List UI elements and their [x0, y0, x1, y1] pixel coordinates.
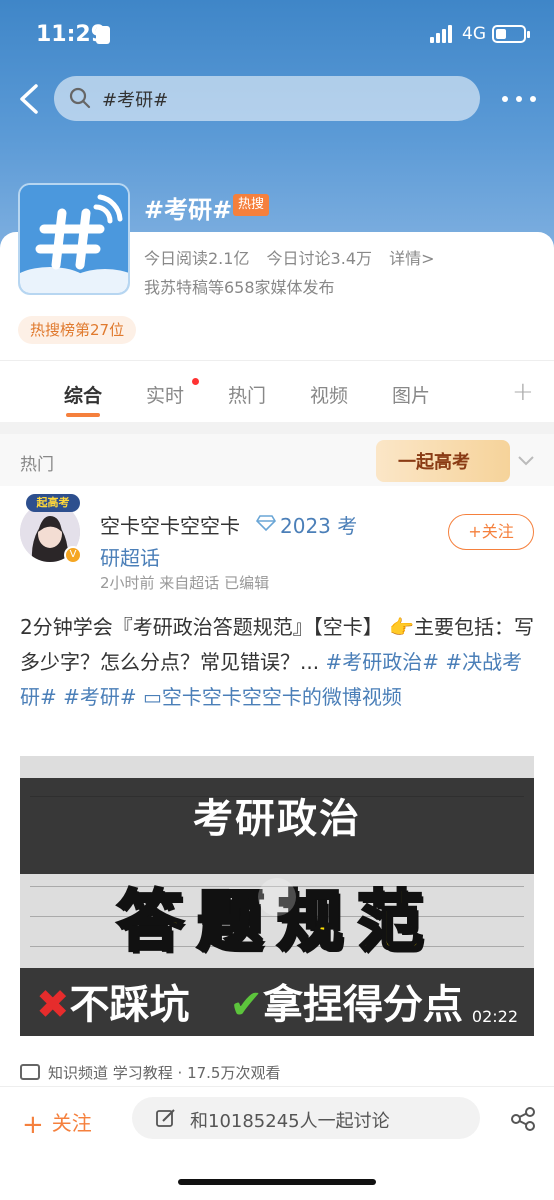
discuss-placeholder: 和10185245人一起讨论 [190, 1111, 390, 1132]
battery-icon [492, 25, 530, 43]
section-label: 热门 [20, 455, 54, 475]
topic-stats: 今日阅读2.1亿 今日讨论3.4万 详情> [144, 245, 447, 269]
tab-comprehensive[interactable]: 综合 [64, 381, 102, 408]
promo-banner[interactable]: 一起高考 [376, 440, 510, 482]
discuss-input[interactable]: 和10185245人一起讨论 [132, 1097, 480, 1139]
home-indicator [178, 1179, 376, 1185]
new-content-dot [192, 378, 199, 385]
play-icon[interactable] [258, 878, 296, 916]
avatar-badge: 起高考 [26, 494, 80, 512]
sim-icon [96, 26, 110, 44]
video-link[interactable]: ▭空卡空卡空空卡的微博视频 [143, 685, 402, 709]
tab-video[interactable]: 视频 [310, 381, 348, 408]
cross-icon: ✖ [36, 982, 70, 1028]
active-tab-indicator [66, 413, 100, 417]
media-publishers: 我苏特稿等658家媒体发布 [144, 278, 335, 297]
tab-images[interactable]: 图片 [392, 381, 430, 408]
tab-realtime[interactable]: 实时 [146, 381, 184, 408]
reads-count: 今日阅读2.1亿 [144, 249, 250, 268]
network-label: 4G [462, 24, 486, 44]
hot-search-badge: 热搜 [233, 194, 269, 216]
detail-link[interactable]: 详情> [389, 249, 434, 268]
tab-bar: 综合 实时 热门 视频 图片 + [0, 360, 554, 422]
super-topic-link-cont[interactable]: 研超话 [100, 542, 160, 571]
post-text: 2分钟学会『考研政治答题规范』【空卡】 👉主要包括：写多少字？怎么分点？常见错误… [20, 610, 534, 715]
plus-icon: + [22, 1110, 44, 1140]
follow-button[interactable]: +关注 [448, 514, 534, 550]
edit-icon [156, 1109, 175, 1127]
tab-hot[interactable]: 热门 [228, 381, 266, 408]
tv-icon [20, 1064, 40, 1080]
search-icon [69, 87, 91, 109]
diamond-icon [256, 515, 276, 532]
check-icon: ✔ [229, 982, 264, 1028]
chevron-down-icon[interactable] [516, 450, 536, 470]
share-icon[interactable] [510, 1107, 536, 1131]
video-footer: 知识频道 学习教程 · 17.5万次观看 [20, 1062, 280, 1083]
avatar[interactable]: 起高考 V [20, 494, 82, 564]
topic-title: #考研# [144, 196, 233, 224]
hot-rank-badge[interactable]: 热搜榜第27位 [18, 316, 137, 344]
video-player[interactable]: 考研政治 答题规范 ✖不踩坑 ✔拿捏得分点 02:22 [20, 756, 534, 1036]
back-arrow-icon[interactable] [16, 82, 46, 116]
more-options-icon[interactable] [502, 96, 536, 102]
status-bar: 11:29 4G [0, 0, 554, 70]
add-tab-icon[interactable]: + [512, 377, 534, 407]
follow-topic-button[interactable]: + 关注 [22, 1107, 92, 1140]
discussions-count: 今日讨论3.4万 [266, 249, 372, 268]
verified-icon: V [64, 546, 82, 564]
hashtag-link[interactable]: #考研# [63, 685, 137, 709]
search-query: #考研# [102, 90, 169, 111]
video-title-line1: 考研政治 [193, 796, 361, 842]
super-topic-link[interactable]: 2023 考 [280, 510, 357, 539]
bottom-action-bar: + 关注 和10185245人一起讨论 [0, 1086, 554, 1200]
section-header: 热门 一起高考 [0, 434, 554, 486]
video-title-line3: ✖不踩坑 ✔拿捏得分点 [36, 982, 464, 1028]
post-meta: 2小时前 来自超话 已编辑 [100, 574, 270, 592]
author-name[interactable]: 空卡空卡空空卡 [100, 510, 240, 539]
feed-post: 起高考 V 空卡空卡空空卡 2023 考 研超话 2小时前 来自超话 已编辑 +… [0, 486, 554, 1086]
topic-logo [18, 183, 130, 295]
search-bar[interactable]: #考研# [54, 76, 480, 121]
signal-icon [430, 25, 456, 43]
promo-banner-text: 一起高考 [398, 452, 470, 473]
video-duration: 02:22 [471, 1007, 518, 1026]
hashtag-link[interactable]: #考研政治# [325, 650, 439, 674]
